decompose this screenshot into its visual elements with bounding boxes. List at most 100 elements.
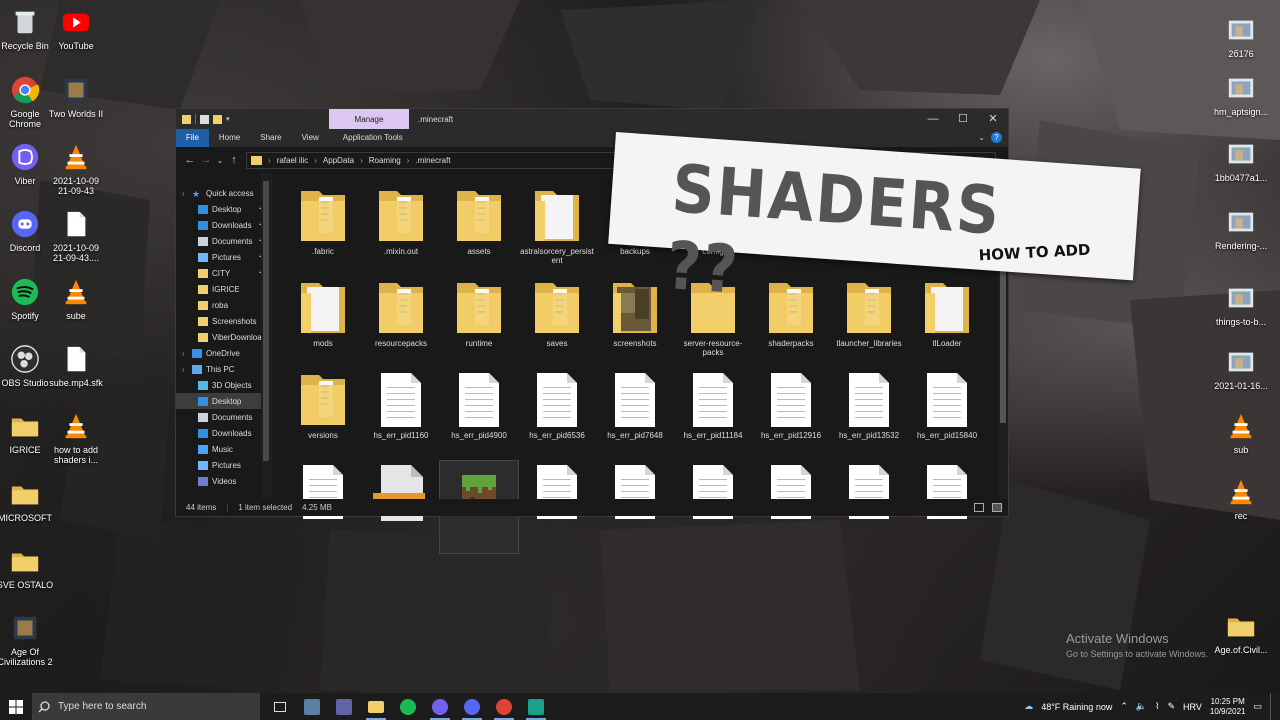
folder-item[interactable]: astralsorcery_persistent	[518, 185, 596, 277]
folder-item[interactable]: screenshots	[596, 277, 674, 369]
nav-item-downloads[interactable]: Downloads✚	[176, 217, 271, 233]
notifications-icon[interactable]: ▭	[1253, 701, 1262, 712]
file-item[interactable]: hs_err_pid11184	[674, 369, 752, 461]
nav-item-screenshots[interactable]: Screenshots	[176, 313, 271, 329]
clock[interactable]: 10:25 PM 10/9/2021	[1210, 697, 1246, 717]
pen-icon[interactable]: ✎	[1168, 701, 1176, 712]
desktop-icon[interactable]: Age Of Civilizations 2	[0, 612, 55, 667]
back-arrow-icon[interactable]: ←	[182, 154, 198, 166]
minimize-button[interactable]: —	[918, 109, 948, 129]
title-bar[interactable]: ▾ Manage .minecraft — ☐ ✕	[176, 109, 1008, 129]
breadcrumb-user[interactable]: rafael ilic	[277, 156, 309, 165]
file-item[interactable]: hs_err_pid1160	[362, 369, 440, 461]
taskbar-chrome-button[interactable]	[488, 693, 520, 720]
weather-text[interactable]: 48°F Raining now	[1041, 702, 1112, 712]
chevron-down-icon[interactable]: ▾	[226, 115, 232, 124]
desktop-icon[interactable]: 2021-10-09 21-09-43	[46, 141, 106, 196]
chevron-right-icon[interactable]: ›	[182, 365, 185, 374]
tab-share[interactable]: Share	[250, 129, 291, 147]
start-button[interactable]	[0, 693, 32, 720]
nav-item-3d-objects[interactable]: 3D Objects	[176, 377, 271, 393]
taskbar-task-view-button[interactable]	[264, 693, 296, 720]
desktop-icon[interactable]: MICROSOFT	[0, 478, 55, 523]
nav-item-music[interactable]: Music	[176, 441, 271, 457]
chevron-up-icon[interactable]: ⌃	[1120, 701, 1128, 712]
nav-item-quick-access[interactable]: › ★ Quick access	[176, 185, 271, 201]
chevron-right-icon[interactable]: ›	[182, 349, 185, 358]
nav-item-igrice[interactable]: IGRICE	[176, 281, 271, 297]
volume-icon[interactable]: 🔈	[1136, 701, 1147, 712]
desktop-icon[interactable]: sube.mp4.sfk	[46, 343, 106, 388]
folder-item[interactable]: saves	[518, 277, 596, 369]
taskbar-viber-button[interactable]	[424, 693, 456, 720]
nav-item-videos[interactable]: Videos	[176, 473, 271, 489]
desktop-icon[interactable]: sub	[1211, 410, 1271, 455]
desktop-icon[interactable]: 2б176	[1211, 14, 1271, 59]
tab-home[interactable]: Home	[209, 129, 250, 147]
desktop-icon[interactable]: rec	[1211, 476, 1271, 521]
folder-item[interactable]: mods	[284, 277, 362, 369]
close-button[interactable]: ✕	[978, 109, 1008, 129]
desktop-icon[interactable]: things-to-b...	[1211, 282, 1271, 327]
desktop-icon[interactable]: sube	[46, 276, 106, 321]
expand-ribbon-icon[interactable]: ⌄	[978, 133, 985, 142]
folder-item[interactable]: assets	[440, 185, 518, 277]
breadcrumb-minecraft[interactable]: .minecraft	[415, 156, 450, 165]
language-indicator[interactable]: HRV	[1183, 702, 1202, 712]
nav-item-onedrive[interactable]: › OneDrive	[176, 345, 271, 361]
chevron-right-icon[interactable]: ›	[182, 189, 185, 198]
breadcrumb-roaming[interactable]: Roaming	[369, 156, 401, 165]
nav-item-documents[interactable]: Documents	[176, 409, 271, 425]
breadcrumb-appdata[interactable]: AppData	[323, 156, 354, 165]
taskbar-spotify-button[interactable]	[392, 693, 424, 720]
nav-item-desktop[interactable]: Desktop	[176, 393, 271, 409]
up-arrow-icon[interactable]: ↑	[226, 154, 242, 166]
forward-arrow-icon[interactable]: →	[198, 154, 214, 166]
desktop-icon[interactable]: Two Worlds II	[46, 74, 106, 119]
desktop-icon[interactable]: SVE OSTALO	[0, 545, 55, 590]
file-item[interactable]: hs_err_pid7648	[596, 369, 674, 461]
tab-manage[interactable]: Manage	[329, 109, 409, 129]
folder-item[interactable]: .fabric	[284, 185, 362, 277]
folder-item[interactable]: versions	[284, 369, 362, 461]
taskbar-discord-button[interactable]	[456, 693, 488, 720]
nav-item-documents[interactable]: Documents✚	[176, 233, 271, 249]
tab-application-tools[interactable]: Application Tools	[329, 129, 413, 147]
nav-scrollbar[interactable]	[261, 173, 271, 499]
desktop-icon[interactable]: 2021-01-16...	[1211, 346, 1271, 391]
nav-item-city[interactable]: CITY✚	[176, 265, 271, 281]
taskbar-teams-button[interactable]	[328, 693, 360, 720]
taskbar-vegas-button[interactable]	[520, 693, 552, 720]
folder-item[interactable]: runtime	[440, 277, 518, 369]
nav-item-this-pc[interactable]: › This PC	[176, 361, 271, 377]
tab-file[interactable]: File	[176, 129, 209, 147]
network-icon[interactable]: ⌇	[1155, 701, 1159, 712]
recent-locations-icon[interactable]: ⌄	[214, 156, 226, 165]
new-folder-icon[interactable]	[213, 114, 222, 124]
help-icon[interactable]: ?	[991, 132, 1002, 143]
folder-item[interactable]: .mixin.out	[362, 185, 440, 277]
details-view-icon[interactable]	[974, 503, 984, 512]
desktop-icon[interactable]: YouTube	[46, 6, 106, 51]
large-icons-view-icon[interactable]	[992, 503, 1002, 512]
properties-icon[interactable]	[200, 114, 209, 124]
maximize-button[interactable]: ☐	[948, 109, 978, 129]
nav-item-pictures[interactable]: Pictures✚	[176, 249, 271, 265]
show-desktop-button[interactable]	[1270, 693, 1274, 720]
file-item[interactable]: hs_err_pid15840	[908, 369, 986, 461]
desktop-icon[interactable]: Age.of.Civil...	[1211, 610, 1271, 655]
folder-item[interactable]: resourcepacks	[362, 277, 440, 369]
taskbar-calculator-button[interactable]	[296, 693, 328, 720]
desktop-icon[interactable]: Rendering-...	[1211, 206, 1271, 251]
file-item[interactable]: hs_err_pid12916	[752, 369, 830, 461]
nav-item-viberdownloads[interactable]: ViberDownloads	[176, 329, 271, 345]
taskbar-search[interactable]: Type here to search	[32, 693, 260, 720]
nav-item-roba[interactable]: roba	[176, 297, 271, 313]
weather-icon[interactable]: ☁	[1024, 701, 1033, 712]
desktop-icon[interactable]: 1bb0477a1...	[1211, 138, 1271, 183]
desktop-icon[interactable]: how to add shaders i...	[46, 410, 106, 465]
nav-item-desktop[interactable]: Desktop✚	[176, 201, 271, 217]
desktop-icon[interactable]: 2021-10-09 21-09-43....	[46, 208, 106, 263]
desktop-icon[interactable]: hm_aptsign...	[1211, 72, 1271, 117]
nav-item-downloads[interactable]: Downloads	[176, 425, 271, 441]
